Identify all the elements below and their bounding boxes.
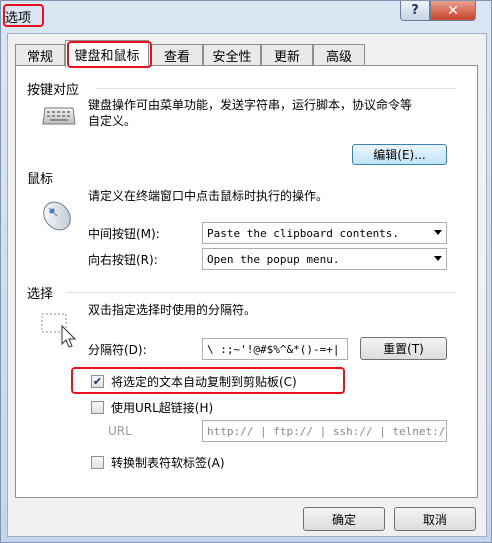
delimiter-label: 分隔符(D): (88, 343, 147, 357)
delimiter-input[interactable]: \ :;~'!@#$%^&*()-=+| (202, 338, 348, 360)
tab-advanced[interactable]: 高级 (313, 44, 365, 66)
tab-panel: 按键对应 键盘操作可由菜单功能，发送字符串，运行脚本，协议命令等 自定义。 编辑… (15, 65, 478, 498)
chevron-down-icon (434, 256, 442, 261)
highlight-title (3, 4, 44, 27)
keyboard-divider (96, 88, 456, 89)
url-value: http:// | ftp:// | ssh:// | telnet:// | … (207, 424, 447, 438)
close-button[interactable]: ✕ (430, 1, 476, 21)
options-dialog: 选项 ? ✕ 常规 键盘和鼠标 查看 安全性 更新 高级 按键对应 键盘操作可由… (0, 0, 492, 543)
right-button-label: 向右按钮(R): (88, 253, 158, 267)
tab-general[interactable]: 常规 (15, 44, 65, 66)
keyboard-icon (42, 104, 76, 128)
keyboard-section-title: 按键对应 (27, 83, 80, 98)
highlight-tab-keyboard-mouse (67, 41, 152, 68)
tab-label-checkbox[interactable] (91, 456, 104, 469)
mouse-section-title: 鼠标 (27, 172, 54, 187)
right-button-value: Open the popup menu. (207, 252, 340, 266)
chevron-down-icon (434, 230, 442, 235)
delimiter-value: \ :;~'!@#$%^&*()-=+| (207, 342, 340, 356)
edit-button[interactable]: 编辑(E)... (352, 144, 447, 165)
middle-button-select[interactable]: Paste the clipboard contents. (202, 222, 447, 244)
selection-description: 双击指定选择时使用的分隔符。 (88, 303, 257, 317)
reset-button[interactable]: 重置(T) (360, 337, 447, 360)
tab-label-checkbox-label: 转换制表符软标签(A) (111, 456, 225, 470)
selection-cursor-icon (40, 310, 80, 350)
help-button[interactable]: ? (400, 1, 430, 21)
middle-button-value: Paste the clipboard contents. (207, 226, 400, 240)
tab-update[interactable]: 更新 (261, 44, 313, 66)
highlight-copy-option (71, 367, 345, 394)
url-checkbox-label: 使用URL超链接(H) (111, 401, 214, 415)
selection-section-title: 选择 (27, 287, 54, 302)
keyboard-description-2: 自定义。 (88, 114, 137, 128)
mouse-description: 请定义在终端窗口中点击鼠标时执行的操作。 (88, 189, 329, 203)
mouse-icon (38, 194, 76, 234)
tab-view[interactable]: 查看 (151, 44, 203, 66)
keyboard-description-1: 键盘操作可由菜单功能，发送字符串，运行脚本，协议命令等 (88, 98, 413, 112)
url-label: URL (108, 424, 132, 438)
right-button-select[interactable]: Open the popup menu. (202, 248, 447, 270)
url-input[interactable]: http:// | ftp:// | ssh:// | telnet:// | … (202, 420, 447, 442)
middle-button-label: 中间按钮(M): (88, 227, 160, 241)
selection-divider (66, 292, 456, 293)
tab-security[interactable]: 安全性 (203, 44, 261, 66)
ok-button[interactable]: 确定 (303, 507, 385, 531)
cancel-button[interactable]: 取消 (394, 507, 476, 531)
url-checkbox[interactable] (91, 401, 104, 414)
